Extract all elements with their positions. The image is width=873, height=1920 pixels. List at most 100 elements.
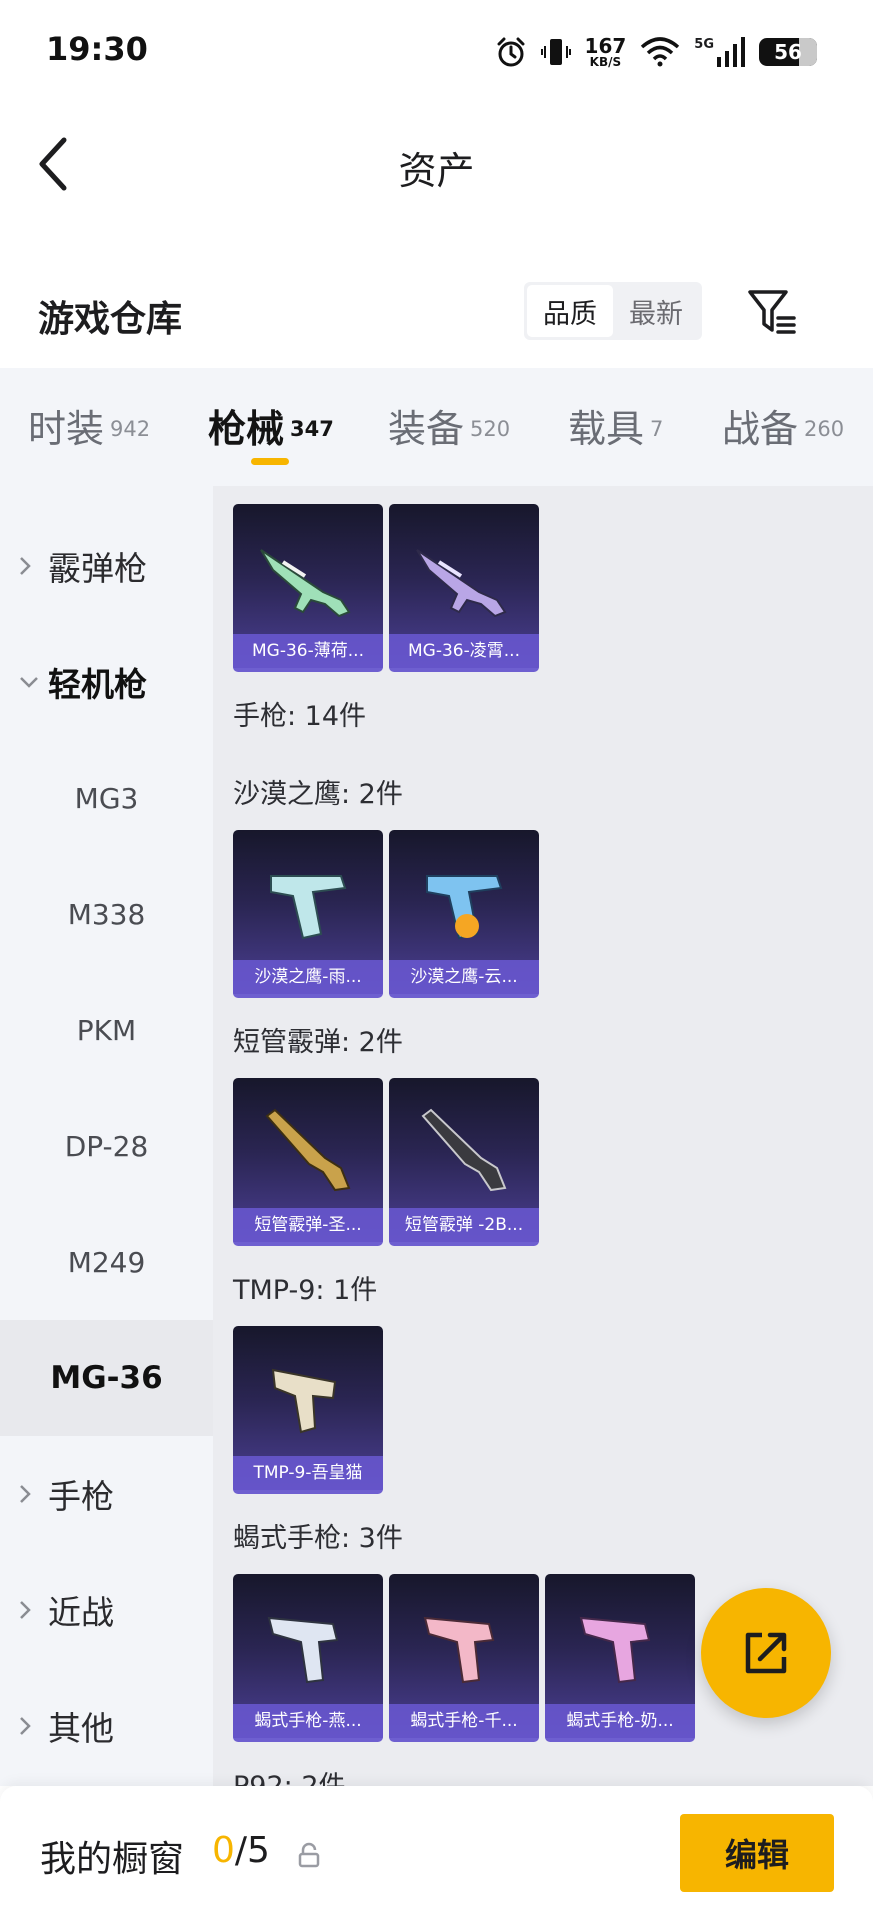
filter-button[interactable] xyxy=(744,284,800,340)
network-type: 5G xyxy=(694,37,714,52)
group-label: 蝎式手枪: 3件 xyxy=(233,1523,403,1554)
sidebar-item-label: 轻机枪 xyxy=(48,665,147,704)
item-name: 沙漠之鹰-雨... xyxy=(233,960,383,994)
sidebar-item-m338[interactable]: M338 xyxy=(0,856,213,972)
sidebar-item-label: DP-28 xyxy=(64,1129,149,1163)
tab-count: 347 xyxy=(290,416,334,441)
item-card[interactable]: 沙漠之鹰-云... xyxy=(389,830,539,998)
item-card[interactable]: 蝎式手枪-奶... xyxy=(545,1574,695,1742)
status-bar: 19:30 167 KB/S 5G 56 xyxy=(0,0,873,104)
item-card[interactable]: TMP-9-吾皇猫 xyxy=(233,1326,383,1494)
item-card[interactable]: 蝎式手枪-燕... xyxy=(233,1574,383,1742)
chevron-right-icon xyxy=(18,1599,40,1621)
battery-level: 56 xyxy=(774,40,802,64)
sidebar-item-label: 手枪 xyxy=(48,1477,114,1516)
sidebar-item-label: MG-36 xyxy=(50,1360,163,1396)
category-tabs: 时装 942 枪械 347 装备 520 载具 7 战备 260 xyxy=(0,368,873,486)
tab-fashion[interactable]: 时装 942 xyxy=(28,398,150,453)
vibrate-icon xyxy=(540,39,571,65)
pistol-icon xyxy=(270,875,347,940)
net-speed-value: 167 xyxy=(584,34,627,58)
chevron-down-icon xyxy=(18,675,40,689)
sidebar-item-pistol[interactable]: 手枪 xyxy=(0,1436,213,1552)
sidebar-item-label: M338 xyxy=(67,897,146,931)
showcase-count: 0/5 xyxy=(212,1830,270,1871)
share-icon xyxy=(745,1632,787,1674)
chevron-right-icon xyxy=(18,1715,40,1737)
smg-icon xyxy=(579,1616,651,1684)
net-speed: 167 KB/S xyxy=(585,36,627,68)
smg-icon xyxy=(423,1616,495,1684)
sort-quality-button[interactable]: 品质 xyxy=(527,285,613,337)
smg-icon xyxy=(267,1616,339,1684)
sidebar-item-label: M249 xyxy=(67,1245,146,1279)
sidebar-item-other[interactable]: 其他 xyxy=(0,1668,213,1784)
group-label: TMP-9: 1件 xyxy=(233,1275,378,1306)
share-button[interactable] xyxy=(701,1588,831,1718)
section-title: 游戏仓库 xyxy=(38,299,183,340)
shotgun-icon xyxy=(265,1108,351,1192)
sidebar-item-lmg[interactable]: 轻机枪 xyxy=(0,624,213,740)
net-speed-unit: KB/S xyxy=(589,55,622,69)
signal-icon xyxy=(717,37,745,67)
sidebar-item-melee[interactable]: 近战 xyxy=(0,1552,213,1668)
battery-indicator: 56 xyxy=(759,38,817,66)
sidebar-item-pkm[interactable]: PKM xyxy=(0,972,213,1088)
tab-label: 枪械 xyxy=(208,407,285,451)
sidebar-item-label: 霰弹枪 xyxy=(48,549,147,588)
wifi-icon xyxy=(641,37,680,67)
sidebar-item-mg36[interactable]: MG-36 xyxy=(0,1320,213,1436)
tab-count: 7 xyxy=(650,416,664,441)
item-name: 短管霰弹-圣... xyxy=(233,1208,383,1242)
tab-label: 载具 xyxy=(568,407,645,451)
tab-count: 520 xyxy=(470,416,511,441)
item-card[interactable]: 蝎式手枪-千... xyxy=(389,1574,539,1742)
item-name: MG-36-凌霄... xyxy=(389,634,539,668)
sidebar-item-shotgun[interactable]: 霰弹枪 xyxy=(0,508,213,624)
sort-newest-button[interactable]: 最新 xyxy=(613,285,699,337)
page-title: 资产 xyxy=(398,149,475,193)
group-label: 短管霰弹: 2件 xyxy=(233,1027,403,1058)
item-card[interactable]: MG-36-薄荷... xyxy=(233,504,383,672)
cell-signal: 5G xyxy=(694,37,745,67)
tab-count: 260 xyxy=(804,416,845,441)
chevron-right-icon xyxy=(18,555,40,577)
tab-vehicles[interactable]: 载具 7 xyxy=(568,398,663,453)
showcase-total: 5 xyxy=(247,1830,270,1871)
lock-icon xyxy=(298,1842,320,1868)
smg-icon xyxy=(271,1368,337,1434)
sidebar-item-dp28[interactable]: DP-28 xyxy=(0,1088,213,1204)
warehouse-header: 游戏仓库 品质 最新 xyxy=(0,268,873,368)
item-name: 短管霰弹 -2B... xyxy=(389,1208,539,1242)
pistol-icon xyxy=(426,875,503,940)
showcase-separator: / xyxy=(234,1830,248,1871)
weapon-category-sidebar: 霰弹枪 轻机枪 MG3 M338 PKM DP-28 M249 MG-36 手枪… xyxy=(0,486,213,1786)
group-label: 手枪: 14件 xyxy=(233,701,367,732)
edit-button[interactable]: 编辑 xyxy=(680,1814,834,1892)
item-name: 沙漠之鹰-云... xyxy=(389,960,539,994)
tab-label: 时装 xyxy=(28,407,105,451)
item-card[interactable]: 短管霰弹 -2B... xyxy=(389,1078,539,1246)
sidebar-item-label: 其他 xyxy=(48,1709,114,1748)
top-nav: 资产 xyxy=(0,104,873,224)
sort-toggle: 品质 最新 xyxy=(524,282,702,340)
item-card[interactable]: 沙漠之鹰-雨... xyxy=(233,830,383,998)
tab-supplies[interactable]: 战备 260 xyxy=(722,398,844,453)
tab-label: 装备 xyxy=(388,407,465,451)
tab-equipment[interactable]: 装备 520 xyxy=(388,398,510,453)
showcase-bar: 我的橱窗 0/5 编辑 xyxy=(0,1786,873,1920)
sidebar-item-mg3[interactable]: MG3 xyxy=(0,740,213,856)
active-tab-indicator xyxy=(251,458,289,465)
sidebar-item-label: 近战 xyxy=(48,1593,114,1632)
chevron-right-icon xyxy=(18,1483,40,1505)
rifle-icon xyxy=(416,549,507,618)
tab-firearms[interactable]: 枪械 347 xyxy=(208,398,334,453)
shotgun-icon xyxy=(421,1108,507,1192)
sidebar-item-m249[interactable]: M249 xyxy=(0,1204,213,1320)
item-card[interactable]: 短管霰弹-圣... xyxy=(233,1078,383,1246)
group-label: P92: 2件 xyxy=(233,1764,346,1786)
item-card[interactable]: MG-36-凌霄... xyxy=(389,504,539,672)
item-name: 蝎式手枪-千... xyxy=(389,1704,539,1738)
status-time: 19:30 xyxy=(46,30,148,68)
item-name: MG-36-薄荷... xyxy=(233,634,383,668)
